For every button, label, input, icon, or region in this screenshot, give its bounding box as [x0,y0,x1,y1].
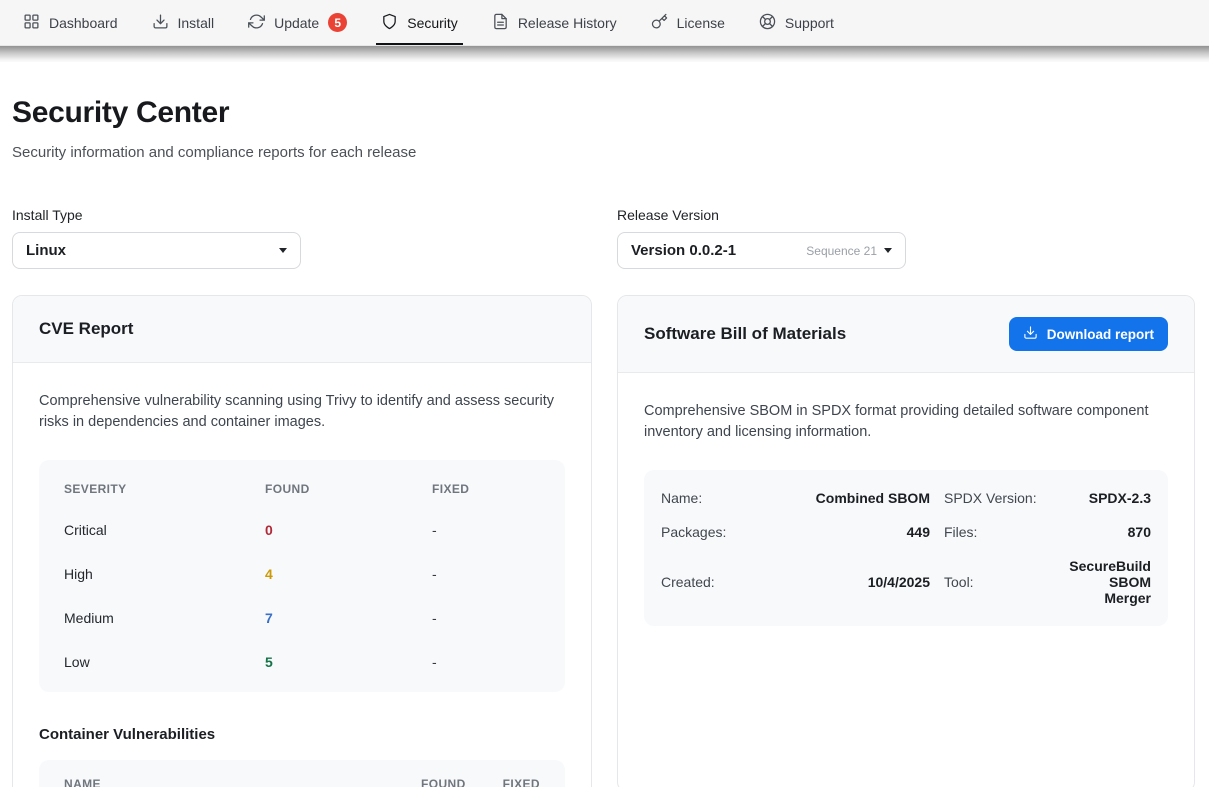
severity-label: Critical [64,522,265,538]
column-header-found: FOUND [421,777,466,787]
nav-tab-label: Security [407,15,458,31]
table-row: Low 5 - [39,640,565,684]
release-version-filter: Release Version Version 0.0.2-1 Sequence… [617,207,1195,269]
nav-tab-install[interactable]: Install [135,0,232,45]
severity-label: Medium [64,610,265,626]
severity-label: Low [64,654,265,670]
sbom-created-value: 10/4/2025 [767,549,930,615]
fixed-count: - [432,610,540,626]
shield-icon [381,13,398,33]
nav-tab-label: Support [785,15,834,31]
page-title: Security Center [12,96,1195,130]
table-row: High 4 - [39,552,565,596]
grid-icon [23,13,40,33]
nav-tab-update[interactable]: Update 5 [231,0,364,45]
sbom-card-header: Software Bill of Materials Download repo… [618,296,1194,373]
nav-tab-label: Update [274,15,319,31]
column-header-name: NAME [64,777,384,787]
sbom-tool-label: Tool: [944,549,1048,615]
nav-tab-label: Release History [518,15,617,31]
sbom-info-panel: Name: Combined SBOM SPDX Version: SPDX-2… [644,470,1168,626]
sbom-spdx-value: SPDX-2.3 [1062,481,1151,515]
filters-row: Install Type Linux Release Version Versi… [12,207,1195,269]
column-header-fixed: FIXED [432,482,540,496]
container-vulnerabilities-table: NAME FOUND FIXED [39,760,565,787]
nav-tab-security[interactable]: Security [364,0,475,45]
column-header-severity: SEVERITY [64,482,265,496]
cve-description: Comprehensive vulnerability scanning usi… [39,391,561,434]
sbom-name-label: Name: [661,481,753,515]
table-row: Critical 0 - [39,508,565,552]
refresh-icon [248,13,265,33]
sbom-spdx-label: SPDX Version: [944,481,1048,515]
cve-report-card: CVE Report Comprehensive vulnerability s… [12,295,592,787]
download-report-button[interactable]: Download report [1009,317,1168,351]
sbom-files-label: Files: [944,515,1048,549]
sbom-card-body: Comprehensive SBOM in SPDX format provid… [618,373,1194,652]
update-count-badge: 5 [328,13,347,32]
page-subtitle: Security information and compliance repo… [12,144,1195,161]
sbom-description: Comprehensive SBOM in SPDX format provid… [644,401,1166,444]
nav-shadow-strip [0,46,1209,62]
nav-tab-license[interactable]: License [634,0,742,45]
main-content: Security Center Security information and… [0,62,1209,787]
fixed-count: - [432,566,540,582]
found-count: 7 [265,610,432,626]
cve-card-header: CVE Report [13,296,591,363]
sbom-card-title: Software Bill of Materials [644,324,846,344]
install-type-filter: Install Type Linux [12,207,592,269]
column-header-found: FOUND [265,482,432,496]
sbom-packages-label: Packages: [661,515,753,549]
cve-card-body: Comprehensive vulnerability scanning usi… [13,363,591,787]
nav-tab-label: Install [178,15,215,31]
top-navigation: Dashboard Install Update 5 Security Rele… [0,0,1209,46]
nav-tab-release-history[interactable]: Release History [475,0,634,45]
found-count: 4 [265,566,432,582]
nav-tab-dashboard[interactable]: Dashboard [6,0,135,45]
install-type-value: Linux [26,242,66,259]
sbom-packages-value: 449 [767,515,930,549]
nav-tab-support[interactable]: Support [742,0,851,45]
install-type-select[interactable]: Linux [12,232,301,269]
sequence-badge: Sequence 21 [806,244,877,258]
column-header-fixed: FIXED [503,777,540,787]
release-version-select[interactable]: Version 0.0.2-1 Sequence 21 [617,232,906,269]
fixed-count: - [432,522,540,538]
release-version-value: Version 0.0.2-1 [631,242,736,259]
sbom-name-value: Combined SBOM [767,481,930,515]
sbom-card: Software Bill of Materials Download repo… [617,295,1195,787]
file-text-icon [492,13,509,33]
install-type-label: Install Type [12,207,592,223]
found-count: 0 [265,522,432,538]
container-table-header: NAME FOUND FIXED [39,760,565,787]
severity-table: SEVERITY FOUND FIXED Critical 0 - High 4… [39,460,565,692]
release-version-label: Release Version [617,207,1195,223]
life-buoy-icon [759,13,776,33]
nav-tab-label: License [677,15,725,31]
table-row: Medium 7 - [39,596,565,640]
sbom-files-value: 870 [1062,515,1151,549]
found-count: 5 [265,654,432,670]
fixed-count: - [432,654,540,670]
container-vulnerabilities-title: Container Vulnerabilities [39,726,565,743]
nav-tab-label: Dashboard [49,15,118,31]
chevron-down-icon [279,248,287,253]
key-icon [651,13,668,33]
download-icon [1023,325,1038,343]
chevron-down-icon [884,248,892,253]
sbom-created-label: Created: [661,549,753,615]
download-icon [152,13,169,33]
cve-card-title: CVE Report [39,319,133,339]
sbom-tool-value: SecureBuild SBOM Merger [1062,549,1151,615]
severity-table-header: SEVERITY FOUND FIXED [39,466,565,508]
severity-label: High [64,566,265,582]
download-report-label: Download report [1047,327,1154,342]
report-cards-row: CVE Report Comprehensive vulnerability s… [12,295,1195,787]
